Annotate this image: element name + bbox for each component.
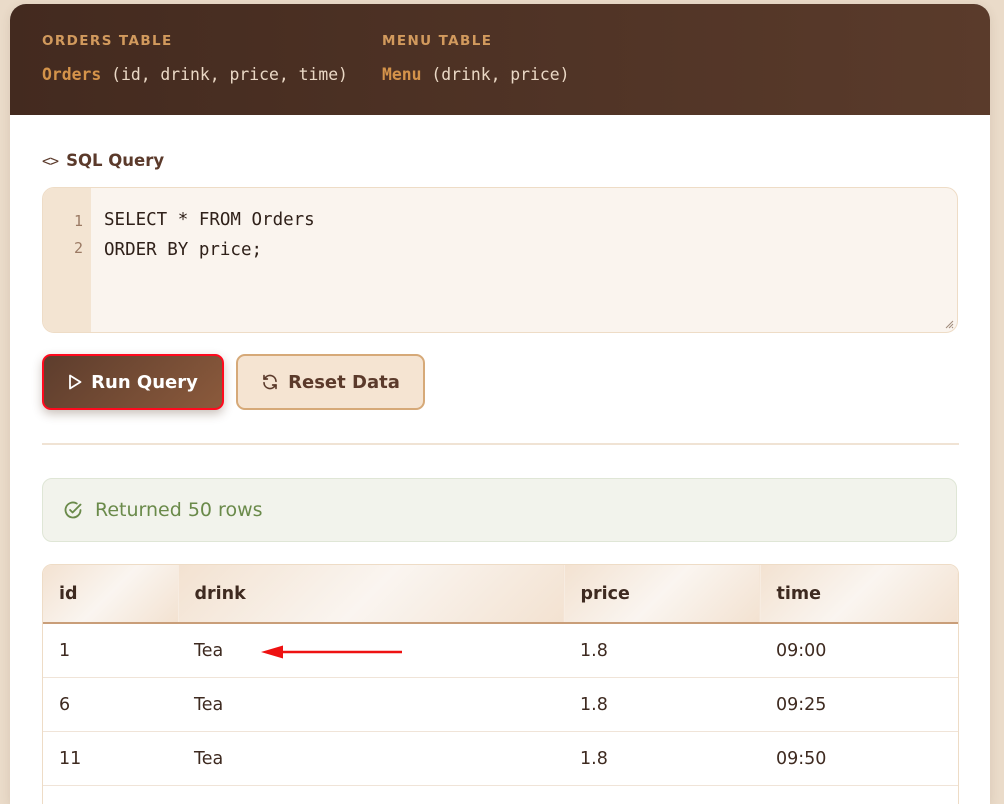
table-row: 11 Tea 1.8 09:50: [43, 732, 958, 786]
check-circle-icon: [63, 500, 83, 520]
menu-schema-line: Menu (drink, price): [382, 65, 570, 84]
table-header-row: id drink price time: [43, 565, 958, 623]
cell-time: 09:25: [760, 678, 958, 732]
sql-editor[interactable]: 1 2 SELECT * FROM Orders ORDER BY price;: [42, 187, 958, 333]
play-icon: [68, 374, 82, 390]
cell-time: 09:00: [760, 623, 958, 678]
cell-price: 1.8: [564, 623, 760, 678]
query-status-banner: Returned 50 rows: [42, 478, 957, 542]
resize-grip-icon[interactable]: [944, 319, 954, 329]
table-row: 6 Tea 1.8 09:25: [43, 678, 958, 732]
cell-price: 1.8: [564, 786, 760, 804]
line-number: 2: [43, 239, 83, 257]
orders-table-name: Orders: [42, 65, 101, 84]
run-query-label: Run Query: [91, 372, 198, 393]
divider: [42, 443, 959, 445]
reset-data-button[interactable]: Reset Data: [236, 354, 425, 410]
schema-header: ORDERS TABLE Orders (id, drink, price, t…: [10, 4, 990, 115]
table-row: 1 Tea 1.8 09:00: [43, 623, 958, 678]
orders-table-title: ORDERS TABLE: [42, 33, 173, 49]
code-brackets-icon: <>: [42, 152, 58, 170]
cell-price: 1.8: [564, 732, 760, 786]
app-card: ORDERS TABLE Orders (id, drink, price, t…: [10, 4, 990, 804]
menu-table-name: Menu: [382, 65, 421, 84]
results-table: id drink price time 1 Tea 1.8 09:00 6 Te…: [42, 564, 959, 804]
column-header-id[interactable]: id: [43, 565, 178, 623]
cell-drink: Tea: [178, 786, 564, 804]
refresh-icon: [261, 373, 279, 391]
orders-table-columns: (id, drink, price, time): [111, 65, 348, 84]
cell-time: 09:50: [760, 732, 958, 786]
sql-query-label: <> SQL Query: [42, 151, 164, 170]
column-header-price[interactable]: price: [564, 565, 760, 623]
status-text: Returned 50 rows: [95, 499, 263, 521]
column-header-time[interactable]: time: [760, 565, 958, 623]
reset-data-label: Reset Data: [288, 372, 400, 393]
code-line[interactable]: ORDER BY price;: [104, 240, 262, 260]
cell-drink: Tea: [178, 678, 564, 732]
run-query-button[interactable]: Run Query: [42, 354, 224, 410]
sql-query-label-text: SQL Query: [66, 151, 164, 170]
cell-id: 11: [43, 732, 178, 786]
menu-table-title: MENU TABLE: [382, 33, 492, 49]
menu-table-columns: (drink, price): [431, 65, 569, 84]
line-number-gutter: 1 2: [43, 188, 91, 332]
line-number: 1: [43, 212, 83, 230]
cell-id: 16: [43, 786, 178, 804]
orders-schema-line: Orders (id, drink, price, time): [42, 65, 348, 84]
cell-drink: Tea: [178, 732, 564, 786]
cell-time: 10:15: [760, 786, 958, 804]
column-header-drink[interactable]: drink: [178, 565, 564, 623]
red-arrow-annotation: [260, 644, 404, 660]
cell-price: 1.8: [564, 678, 760, 732]
table-row: 16 Tea 1.8 10:15: [43, 786, 958, 804]
code-line[interactable]: SELECT * FROM Orders: [104, 210, 315, 230]
cell-id: 1: [43, 623, 178, 678]
cell-id: 6: [43, 678, 178, 732]
